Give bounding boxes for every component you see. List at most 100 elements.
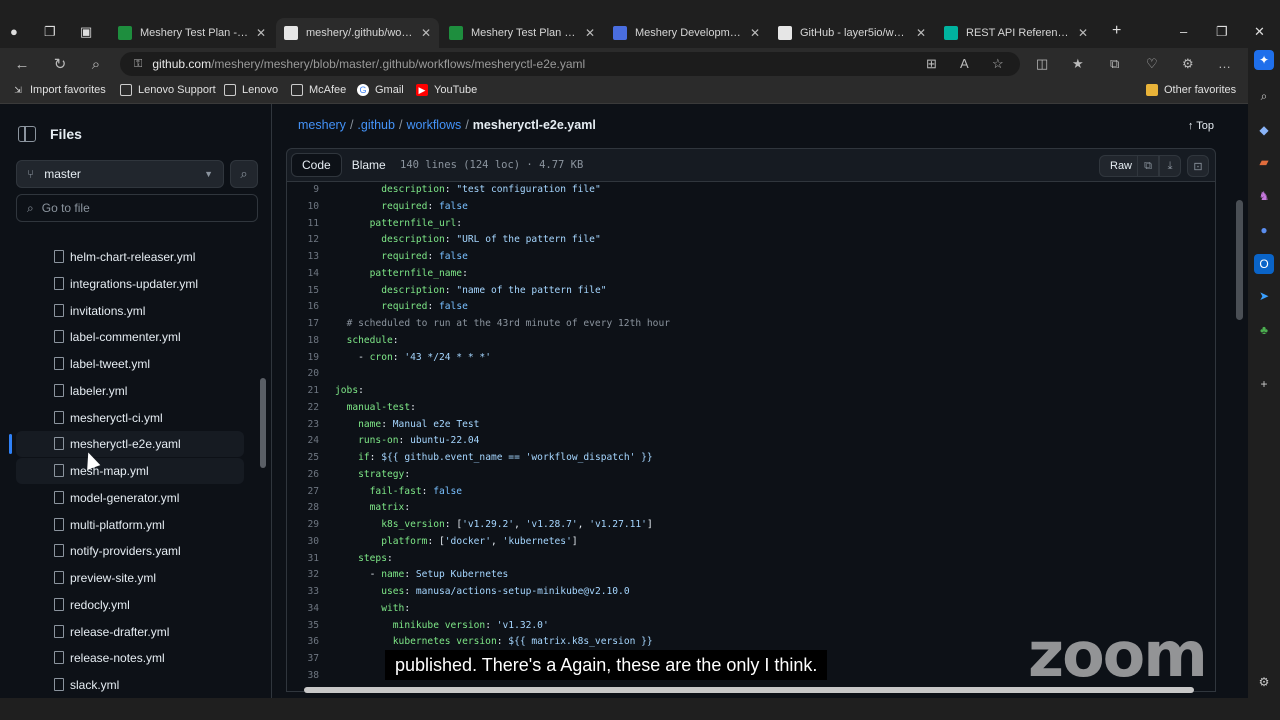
browser-tab[interactable]: Meshery Test Plan - Goo ✕ bbox=[110, 18, 274, 48]
copy-icon[interactable]: ⧉ bbox=[1137, 155, 1159, 177]
back-icon[interactable]: ← bbox=[12, 54, 32, 74]
line-number[interactable]: 28 bbox=[287, 500, 319, 517]
file-tree-item[interactable]: multi-platform.yml bbox=[16, 512, 244, 538]
browser-tab[interactable]: REST API Reference | Me ✕ bbox=[936, 18, 1096, 48]
favorite-gmail[interactable]: G Gmail bbox=[357, 84, 404, 96]
close-tab-icon[interactable]: ✕ bbox=[421, 26, 431, 40]
tools-icon[interactable]: ▰ bbox=[1254, 152, 1274, 172]
favorite-lenovo-support[interactable]: Lenovo Support bbox=[120, 84, 216, 96]
file-tree-scrollbar[interactable] bbox=[258, 232, 268, 698]
extensions-icon[interactable]: ⚙ bbox=[1182, 56, 1194, 72]
games-icon[interactable]: ♞ bbox=[1254, 186, 1274, 206]
line-number[interactable]: 10 bbox=[287, 199, 319, 216]
search-icon[interactable]: ⌕ bbox=[86, 54, 106, 74]
shopping-icon[interactable]: ◆ bbox=[1254, 120, 1274, 140]
search-files-button[interactable]: ⌕ bbox=[230, 160, 258, 188]
line-number[interactable]: 14 bbox=[287, 266, 319, 283]
line-number[interactable]: 31 bbox=[287, 551, 319, 568]
line-number[interactable]: 27 bbox=[287, 484, 319, 501]
collections-icon[interactable]: ⧉ bbox=[1110, 56, 1119, 72]
line-number[interactable]: 24 bbox=[287, 433, 319, 450]
line-number[interactable]: 26 bbox=[287, 467, 319, 484]
line-number[interactable]: 15 bbox=[287, 283, 319, 300]
tree-icon[interactable]: ♣ bbox=[1254, 320, 1274, 340]
browser-tab[interactable]: Meshery Development M ✕ bbox=[605, 18, 768, 48]
line-number[interactable]: 12 bbox=[287, 232, 319, 249]
close-tab-icon[interactable]: ✕ bbox=[1078, 26, 1088, 40]
page-scrollbar[interactable] bbox=[1232, 104, 1248, 698]
line-number[interactable]: 37 bbox=[287, 651, 319, 668]
line-number[interactable]: 38 bbox=[287, 668, 319, 685]
line-number[interactable]: 25 bbox=[287, 450, 319, 467]
line-number[interactable]: 17 bbox=[287, 316, 319, 333]
collapse-panel-icon[interactable] bbox=[18, 126, 36, 142]
line-number[interactable]: 21 bbox=[287, 383, 319, 400]
scroll-thumb[interactable] bbox=[1236, 200, 1243, 320]
line-number[interactable]: 19 bbox=[287, 350, 319, 367]
line-number[interactable]: 23 bbox=[287, 417, 319, 434]
favorite-mcafee[interactable]: McAfee bbox=[291, 84, 346, 96]
browser-essentials-icon[interactable]: ♡ bbox=[1146, 56, 1158, 72]
file-tree-item[interactable]: helm-chart-releaser.yml bbox=[16, 244, 244, 270]
browser-tab[interactable]: meshery/.github/workflo ✕ bbox=[276, 18, 439, 48]
file-tree-item[interactable]: notify-providers.yaml bbox=[16, 538, 244, 564]
file-tree-item[interactable]: labeler.yml bbox=[16, 378, 244, 404]
file-tree-item[interactable]: mesh-map.yml bbox=[16, 458, 244, 484]
line-number[interactable]: 20 bbox=[287, 366, 319, 383]
file-tree-item[interactable]: invitations.yml bbox=[16, 298, 244, 324]
line-number[interactable]: 13 bbox=[287, 249, 319, 266]
site-info-icon[interactable]: ⚿ bbox=[134, 58, 142, 71]
breadcrumb-github-dir[interactable]: .github bbox=[357, 118, 395, 132]
file-tree-item[interactable]: mesheryctl-e2e.yaml bbox=[16, 431, 244, 458]
favorite-lenovo[interactable]: Lenovo bbox=[224, 84, 278, 96]
close-window-icon[interactable]: ✕ bbox=[1254, 24, 1265, 40]
scroll-thumb[interactable] bbox=[260, 378, 266, 468]
close-tab-icon[interactable]: ✕ bbox=[750, 26, 760, 40]
favorites-icon[interactable]: ★ bbox=[1072, 56, 1084, 72]
close-tab-icon[interactable]: ✕ bbox=[585, 26, 595, 40]
copilot-icon[interactable]: ✦ bbox=[1254, 50, 1274, 70]
line-number[interactable]: 11 bbox=[287, 216, 319, 233]
sidebar-settings-icon[interactable]: ⚙ bbox=[1254, 672, 1274, 692]
browser-tab[interactable]: GitHub - layer5io/wasm- ✕ bbox=[770, 18, 934, 48]
file-tree-item[interactable]: preview-site.yml bbox=[16, 565, 244, 591]
other-favorites[interactable]: Other favorites bbox=[1146, 84, 1236, 96]
go-to-file-input[interactable]: ⌕ Go to file bbox=[16, 194, 258, 222]
file-tree-item[interactable]: model-generator.yml bbox=[16, 485, 244, 511]
close-tab-icon[interactable]: ✕ bbox=[256, 26, 266, 40]
line-number[interactable]: 16 bbox=[287, 299, 319, 316]
top-link[interactable]: ↑ Top bbox=[1188, 120, 1214, 132]
file-tree-item[interactable]: release-notes.yml bbox=[16, 645, 244, 671]
line-number[interactable]: 32 bbox=[287, 567, 319, 584]
file-tree-item[interactable]: release-drafter.yml bbox=[16, 619, 244, 645]
search-sidebar-icon[interactable]: ⌕ bbox=[1254, 86, 1274, 106]
line-number[interactable]: 18 bbox=[287, 333, 319, 350]
line-number[interactable]: 33 bbox=[287, 584, 319, 601]
browser-tab[interactable]: Meshery Test Plan - Goo ✕ bbox=[441, 18, 603, 48]
url-field[interactable]: ⚿ github.com/meshery/meshery/blob/master… bbox=[120, 52, 1020, 76]
line-number[interactable]: 36 bbox=[287, 634, 319, 651]
line-number[interactable]: 30 bbox=[287, 534, 319, 551]
restore-icon[interactable]: ❐ bbox=[1216, 24, 1228, 40]
file-tree-item[interactable]: mesheryctl-ci.yml bbox=[16, 405, 244, 431]
refresh-icon[interactable]: ↻ bbox=[50, 54, 70, 74]
workspaces-icon[interactable]: ❐ bbox=[44, 24, 56, 40]
more-menu-icon[interactable]: … bbox=[1218, 56, 1231, 71]
tab-code[interactable]: Code bbox=[291, 153, 342, 177]
file-tree-item[interactable]: slack.yml bbox=[16, 672, 244, 698]
favorite-import[interactable]: ⇲ Import favorites bbox=[12, 84, 106, 96]
tab-blame[interactable]: Blame bbox=[342, 153, 396, 177]
telegram-icon[interactable]: ➤ bbox=[1254, 286, 1274, 306]
line-number[interactable]: 35 bbox=[287, 618, 319, 635]
line-number[interactable]: 9 bbox=[287, 182, 319, 199]
favorite-star-icon[interactable]: ☆ bbox=[992, 56, 1004, 72]
minimize-icon[interactable]: – bbox=[1180, 24, 1187, 39]
split-screen-icon[interactable]: ◫ bbox=[1036, 56, 1048, 72]
file-tree-item[interactable]: label-commenter.yml bbox=[16, 324, 244, 350]
close-tab-icon[interactable]: ✕ bbox=[916, 26, 926, 40]
line-number[interactable]: 34 bbox=[287, 601, 319, 618]
branch-selector[interactable]: ⑂ master ▼ bbox=[16, 160, 224, 188]
apps-icon[interactable]: ⊞ bbox=[926, 56, 937, 72]
new-tab-icon[interactable]: + bbox=[1112, 22, 1121, 40]
line-number[interactable]: 29 bbox=[287, 517, 319, 534]
